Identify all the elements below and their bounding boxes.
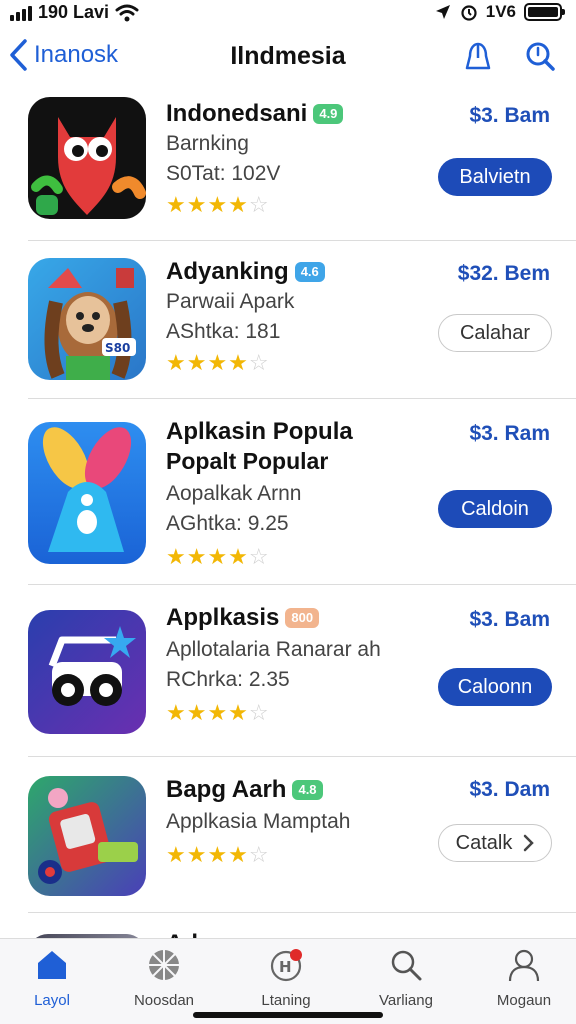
tab-grid[interactable]: Noosdan <box>114 947 214 1009</box>
home-indicator[interactable] <box>193 1012 383 1018</box>
battery-icon <box>524 3 565 21</box>
app-name: Indonedsani 4.9 <box>166 100 344 128</box>
grid-icon <box>149 950 179 980</box>
star-icon: ★★★★ <box>166 350 249 375</box>
status-right-text: 1V6 <box>485 2 516 21</box>
app-name: Adyanking 4.6 <box>166 258 325 286</box>
status-bar: 190 Lavi 1V6 <box>0 0 576 26</box>
status-time: 190 Lavi <box>38 2 110 22</box>
chevron-right-icon <box>524 834 535 852</box>
signal-icon <box>10 5 32 21</box>
app-stat: AShtka: 181 <box>166 320 281 343</box>
price: $3. Bam <box>469 608 550 631</box>
get-button[interactable]: Balvietn <box>438 158 552 196</box>
app-name-text: Bapg Aarh <box>166 776 287 803</box>
app-stat: AGhtka: 9.25 <box>166 512 289 535</box>
tab-search[interactable]: Varliang <box>356 947 456 1009</box>
star-icon: ★★★★ <box>166 700 249 725</box>
list-item[interactable]: Indonedsani 4.9 Barnking S0Tat: 102V ★★★… <box>0 92 576 242</box>
get-button[interactable]: Caloonn <box>438 668 552 706</box>
app-name: Aplkasin Popula <box>166 418 353 446</box>
get-button[interactable]: Catalk <box>438 824 552 862</box>
app-name-text: Indonedsani <box>166 100 308 127</box>
app-subtitle: Popalt Popular <box>166 448 329 474</box>
star-icon: ★★★★ <box>166 192 249 217</box>
app-icon: S80 <box>28 258 146 380</box>
rating-badge: 4.9 <box>313 104 344 124</box>
app-icon <box>28 776 146 896</box>
get-button[interactable]: Calahar <box>438 314 552 352</box>
svg-text:S80: S80 <box>105 341 130 355</box>
tab-profile[interactable]: Mogaun <box>474 947 574 1009</box>
navigation-icon <box>435 5 450 19</box>
get-button-label: Catalk <box>455 831 513 854</box>
price: $3. Bam <box>469 104 550 127</box>
app-category: Parwaii Apark <box>166 290 295 313</box>
app-icon <box>28 610 146 734</box>
app-category: Apllotalaria Ranarar ah <box>166 638 381 661</box>
app-icon <box>28 422 146 564</box>
profile-icon <box>508 949 540 982</box>
star-empty-icon: ☆ <box>248 544 270 569</box>
app-category: Barnking <box>166 132 249 155</box>
price: $3. Dam <box>469 778 550 801</box>
rating-badge: 4.8 <box>292 780 323 800</box>
divider <box>28 756 576 757</box>
app-stat: RChrka: 2.35 <box>166 668 290 691</box>
list-item[interactable]: S80 Adyanking 4.6 Parwaii Apark AShtka: … <box>0 250 576 400</box>
tab-bar: Layol Noosdan H Ltaning Varliang Mogaun <box>0 938 576 1024</box>
list-item[interactable]: Aplkasin Popula Popalt Popular Aopalkak … <box>0 410 576 586</box>
app-icon <box>28 97 146 219</box>
star-icon: ★★★★ <box>166 544 249 569</box>
list-item[interactable]: Bapg Aarh 4.8 Applkasia Mamptah ★★★★☆ $3… <box>0 768 576 908</box>
app-name-text: Adyanking <box>166 258 289 285</box>
share-icon[interactable] <box>460 38 496 74</box>
search-icon <box>391 950 422 981</box>
price: $3. Ram <box>469 422 550 445</box>
star-empty-icon: ☆ <box>248 350 270 375</box>
tab-label: Mogaun <box>496 992 552 1009</box>
divider <box>28 398 576 399</box>
list-item[interactable]: Applkasis 800 Apllotalaria Ranarar ah RC… <box>0 596 576 752</box>
tab-home[interactable]: Layol <box>2 947 102 1009</box>
tab-label: Layol <box>34 992 70 1009</box>
divider <box>28 912 576 913</box>
app-name: Applkasis 800 <box>166 604 320 632</box>
app-category: Applkasia Mamptah <box>166 810 351 833</box>
star-empty-icon: ☆ <box>248 192 270 217</box>
nav-bar: Inanosk Ilndmesia <box>0 28 576 88</box>
star-empty-icon: ☆ <box>248 842 270 867</box>
tab-label: Ltaning <box>261 992 311 1009</box>
alarm-icon <box>461 5 477 21</box>
app-name-text: Aplkasin Popula <box>166 418 353 445</box>
status-left: 190 Lavi <box>10 2 139 23</box>
app-category: Aopalkak Arnn <box>166 482 302 505</box>
tab-updates[interactable]: H Ltaning <box>236 947 336 1009</box>
tab-label: Noosdan <box>133 992 195 1009</box>
rating-badge: 800 <box>285 608 320 628</box>
home-icon <box>38 951 66 979</box>
tab-label: Varliang <box>379 992 433 1009</box>
star-rating: ★★★★☆ <box>166 700 270 726</box>
star-empty-icon: ☆ <box>248 700 270 725</box>
get-button[interactable]: Caldoin <box>438 490 552 528</box>
star-rating: ★★★★☆ <box>166 350 270 376</box>
rating-badge: 4.6 <box>294 262 325 282</box>
wifi-icon <box>115 4 139 21</box>
app-stat: S0Tat: 102V <box>166 162 281 185</box>
star-rating: ★★★★☆ <box>166 192 270 218</box>
svg-text:H: H <box>279 958 292 976</box>
star-icon: ★★★★ <box>166 842 249 867</box>
divider <box>28 584 576 585</box>
star-rating: ★★★★☆ <box>166 544 270 570</box>
search-icon[interactable] <box>522 38 558 74</box>
updates-icon: H <box>270 949 302 982</box>
status-right: 1V6 <box>434 2 565 22</box>
price: $32. Bem <box>457 262 550 285</box>
app-name-text: Applkasis <box>166 604 280 631</box>
star-rating: ★★★★☆ <box>166 842 270 868</box>
app-name: Bapg Aarh 4.8 <box>166 776 323 804</box>
divider <box>28 240 576 241</box>
